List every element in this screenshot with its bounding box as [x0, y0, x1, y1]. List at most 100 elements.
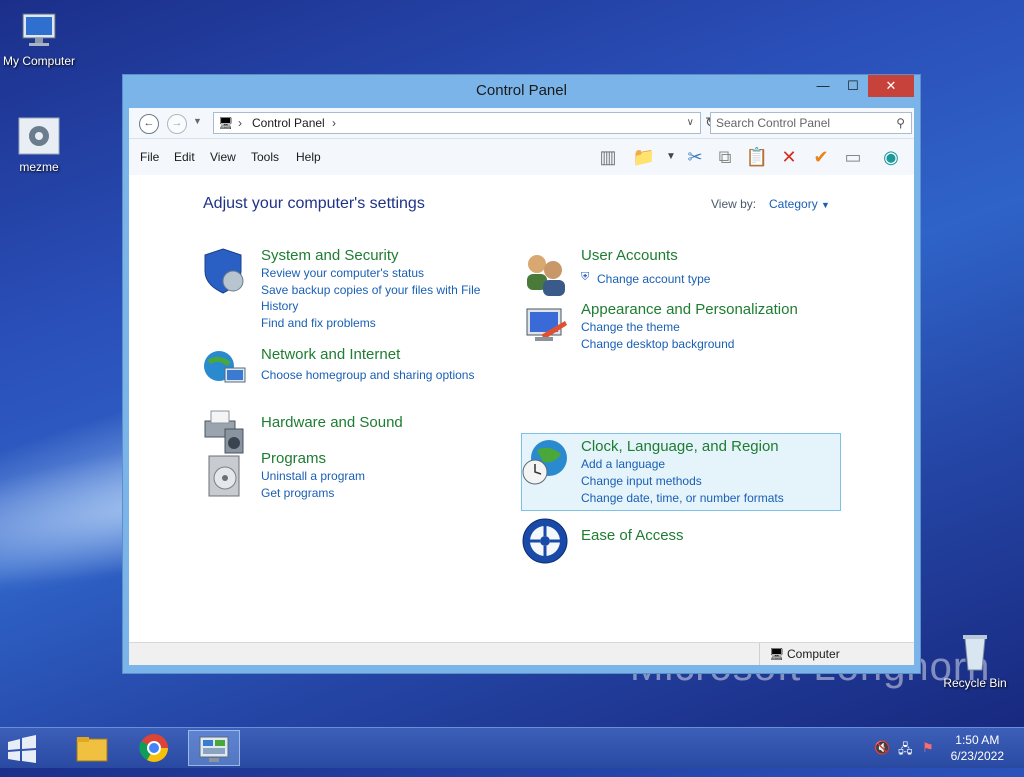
check-icon[interactable]: ✔: [809, 146, 833, 168]
printer-speaker-icon[interactable]: [201, 407, 249, 455]
category-title[interactable]: Programs: [261, 450, 326, 467]
copy-icon[interactable]: ⧉: [713, 146, 737, 168]
category-title[interactable]: System and Security: [261, 247, 399, 264]
link-change-background[interactable]: Change desktop background: [581, 337, 734, 351]
search-input[interactable]: Search Control Panel ⚲: [710, 112, 912, 134]
control-panel-icon: [199, 736, 229, 762]
shield-icon[interactable]: [201, 247, 249, 295]
view-by-label: View by:: [711, 197, 757, 211]
control-panel-window: Control Panel — ☐ ✕ ← → ▼ 🖥 › Control Pa…: [122, 74, 921, 674]
link-add-language[interactable]: Add a language: [581, 457, 665, 471]
monitor-paint-icon[interactable]: [521, 301, 569, 349]
network-globe-icon[interactable]: [201, 346, 249, 394]
view-by-value: Category: [769, 197, 818, 211]
close-button[interactable]: ✕: [868, 75, 914, 97]
page-title: Adjust your computer's settings: [203, 195, 425, 212]
link-get-programs[interactable]: Get programs: [261, 486, 334, 500]
taskbar-file-explorer[interactable]: [66, 730, 118, 766]
category-ease-of-access: Ease of Access: [521, 517, 841, 567]
minimize-button[interactable]: —: [808, 75, 838, 97]
properties-icon[interactable]: ▭: [841, 146, 865, 168]
volume-muted-icon[interactable]: 🔇: [874, 740, 890, 756]
menu-edit[interactable]: Edit: [174, 150, 195, 164]
title-bar[interactable]: Control Panel — ☐ ✕: [123, 75, 920, 107]
category-title[interactable]: Hardware and Sound: [261, 414, 403, 431]
address-bar[interactable]: 🖥 › Control Panel › ∨: [213, 112, 701, 134]
paste-icon[interactable]: 📋: [745, 146, 769, 168]
link-change-theme[interactable]: Change the theme: [581, 320, 680, 334]
menu-tools[interactable]: Tools: [251, 150, 279, 164]
address-row: ← → ▼ 🖥 › Control Panel › ∨ ↻ Search Con…: [129, 108, 914, 139]
address-dropdown-icon[interactable]: ∨: [687, 113, 694, 133]
search-placeholder: Search Control Panel: [716, 116, 831, 130]
computer-icon: [17, 10, 61, 50]
status-bar: 🖥 Computer: [129, 642, 914, 665]
desktop-icon-label: Recycle Bin: [943, 676, 1007, 690]
status-location: Computer: [787, 647, 840, 661]
back-button[interactable]: ←: [139, 114, 159, 134]
desktop-icon-label: My Computer: [2, 54, 76, 68]
window-title: Control Panel: [476, 82, 567, 99]
category-programs: Programs Uninstall a program Get program…: [201, 450, 521, 504]
gear-icon: [17, 116, 61, 156]
category-title[interactable]: User Accounts: [581, 247, 678, 264]
category-title[interactable]: Appearance and Personalization: [581, 301, 798, 318]
breadcrumb-control-panel[interactable]: Control Panel: [252, 113, 325, 133]
taskbar-chrome[interactable]: [128, 730, 180, 766]
toolbar-dropdown-icon[interactable]: ▼: [659, 146, 683, 168]
link-change-input-methods[interactable]: Change input methods: [581, 474, 702, 488]
recent-pages-dropdown[interactable]: ▼: [193, 116, 202, 126]
control-panel-icon: 🖥: [218, 116, 234, 130]
view-by-dropdown[interactable]: Category ▼: [769, 197, 830, 211]
status-divider: [759, 643, 760, 665]
forward-button[interactable]: →: [167, 114, 187, 134]
start-button[interactable]: [0, 730, 44, 766]
menu-file[interactable]: File: [140, 150, 159, 164]
delete-icon[interactable]: ✕: [777, 146, 801, 168]
globe-clock-icon[interactable]: [521, 438, 569, 486]
link-uninstall-program[interactable]: Uninstall a program: [261, 469, 365, 483]
recycle-bin-icon: [953, 632, 997, 672]
category-title[interactable]: Network and Internet: [261, 346, 400, 363]
desktop-icon-label: mezme: [19, 160, 59, 174]
category-system-security: System and Security Review your computer…: [201, 247, 521, 330]
desktop-icon-mezme[interactable]: mezme: [0, 116, 84, 174]
taskbar: 🔇 🖧 ⚑ 1:50 AM 6/23/2022: [0, 727, 1024, 768]
folder-options-icon[interactable]: 📁: [632, 146, 656, 168]
category-network-internet: Network and Internet Choose homegroup an…: [201, 346, 521, 396]
maximize-button[interactable]: ☐: [838, 75, 868, 97]
category-clock-language-region: Clock, Language, and Region Add a langua…: [521, 438, 841, 508]
link-save-backup-history[interactable]: History: [261, 299, 298, 313]
link-review-status[interactable]: Review your computer's status: [261, 266, 424, 280]
shell-icon[interactable]: ◉: [879, 146, 903, 168]
category-appearance: Appearance and Personalization Change th…: [521, 301, 841, 355]
ease-of-access-icon[interactable]: [521, 517, 569, 565]
link-change-date-time-formats[interactable]: Change date, time, or number formats: [581, 491, 784, 505]
link-save-backup[interactable]: Save backup copies of your files with Fi…: [261, 283, 480, 297]
system-clock[interactable]: 1:50 AM 6/23/2022: [951, 732, 1004, 764]
chevron-down-icon: ▼: [821, 200, 830, 210]
desktop-icon-my-computer[interactable]: My Computer: [0, 10, 84, 68]
menu-bar: File Edit View Tools Help ▥ 📁 ▼ ✂ ⧉ 📋 ✕ …: [129, 139, 914, 176]
layout-pane-icon[interactable]: ▥: [596, 146, 620, 168]
menu-help[interactable]: Help: [296, 150, 321, 164]
desktop-icon-recycle-bin[interactable]: Recycle Bin: [930, 632, 1020, 690]
windows-logo-icon: [8, 735, 36, 763]
link-find-fix-problems[interactable]: Find and fix problems: [261, 316, 376, 330]
link-change-account-type[interactable]: Change account type: [597, 272, 710, 286]
search-icon[interactable]: ⚲: [896, 113, 905, 133]
breadcrumb-separator: ›: [238, 116, 242, 130]
link-homegroup-sharing[interactable]: Choose homegroup and sharing options: [261, 368, 474, 382]
users-icon[interactable]: [521, 250, 569, 298]
menu-view[interactable]: View: [210, 150, 236, 164]
chrome-icon: [139, 734, 168, 762]
network-icon[interactable]: 🖧: [898, 740, 913, 762]
taskbar-control-panel[interactable]: [188, 730, 240, 766]
cut-icon[interactable]: ✂: [683, 146, 707, 168]
category-title[interactable]: Ease of Access: [581, 527, 684, 544]
category-user-accounts: User Accounts ⛨ Change account type: [521, 247, 841, 296]
breadcrumb-chevron[interactable]: ›: [332, 113, 336, 133]
action-center-icon[interactable]: ⚑: [922, 740, 934, 756]
programs-icon[interactable]: [201, 450, 249, 498]
category-title[interactable]: Clock, Language, and Region: [581, 438, 779, 455]
